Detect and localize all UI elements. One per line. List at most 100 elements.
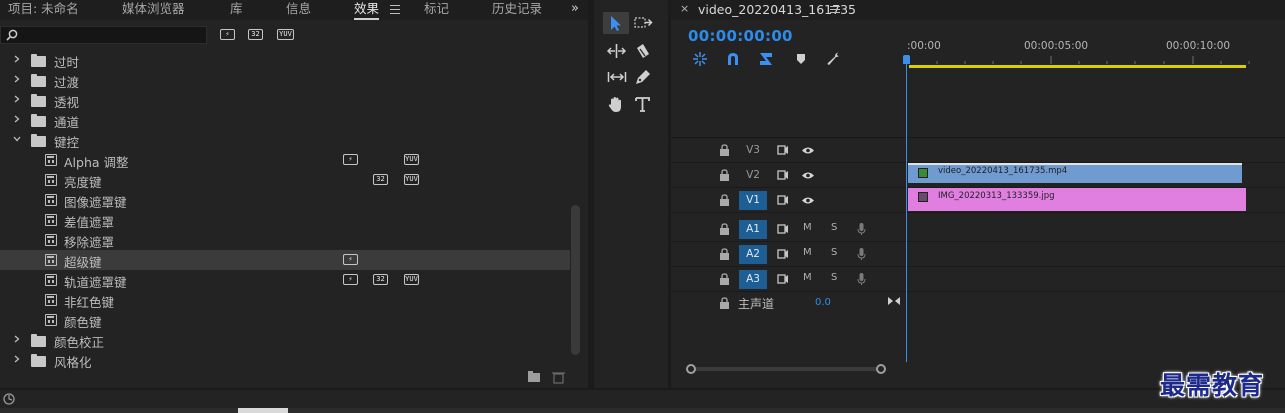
lock-icon[interactable]	[719, 223, 730, 235]
effects-preset[interactable]: 移除遮罩	[0, 230, 570, 250]
solo-button[interactable]: S	[831, 272, 837, 283]
effects-preset[interactable]: 轨道遮罩键 ⚡ 32 YUV	[0, 270, 570, 290]
effects-preset[interactable]: 颜色键	[0, 310, 570, 330]
eye-icon[interactable]	[801, 146, 815, 155]
hand-tool[interactable]	[603, 93, 629, 115]
track-target-a3[interactable]: A3	[739, 270, 767, 289]
chevron-right-icon[interactable]	[13, 95, 21, 103]
tab-history[interactable]: 历史记录	[492, 0, 542, 20]
razor-tool[interactable]	[630, 40, 656, 62]
effects-preset[interactable]: 图像遮罩键	[0, 190, 570, 210]
zoom-handle-left[interactable]	[686, 364, 696, 374]
tab-effects[interactable]: 效果	[354, 0, 380, 20]
effects-folder[interactable]: 过渡	[0, 70, 570, 90]
playhead-line[interactable]	[906, 60, 907, 362]
eye-icon[interactable]	[801, 171, 815, 180]
selection-tool[interactable]	[603, 12, 629, 34]
pen-tool[interactable]	[630, 66, 656, 88]
sync-lock-icon[interactable]	[777, 195, 789, 205]
effects-folder[interactable]: 透视	[0, 90, 570, 110]
track-select-tool[interactable]	[630, 12, 656, 34]
tab-overflow-icon[interactable]: »	[571, 0, 579, 18]
sync-lock-icon[interactable]	[777, 249, 789, 259]
tab-markers[interactable]: 标记	[424, 0, 449, 20]
microphone-icon[interactable]	[857, 272, 866, 286]
chevron-right-icon[interactable]	[13, 75, 21, 83]
track-row-a1[interactable]: A1 M S	[671, 217, 1285, 242]
clip-v2-video[interactable]: video_20220413_161735.mp4	[908, 163, 1242, 183]
effects-folder[interactable]: 颜色校正	[0, 330, 570, 350]
sync-lock-icon[interactable]	[777, 224, 789, 234]
eye-icon[interactable]	[801, 196, 815, 205]
track-row-v3[interactable]: V3	[671, 138, 1285, 163]
effects-folder[interactable]: 风格化	[0, 350, 570, 370]
work-area-bar[interactable]	[909, 65, 1246, 68]
sync-lock-icon[interactable]	[777, 145, 789, 155]
effects-preset[interactable]: 非红色键	[0, 290, 570, 310]
lock-icon[interactable]	[719, 194, 730, 206]
effects-preset[interactable]: 超级键 ⚡	[0, 250, 570, 270]
effects-preset[interactable]: 亮度键 32 YUV	[0, 170, 570, 190]
track-target-v3[interactable]: V3	[739, 141, 767, 160]
new-bin-icon[interactable]	[528, 371, 540, 382]
track-target-a2[interactable]: A2	[739, 245, 767, 264]
zoom-scroll-track[interactable]	[689, 367, 885, 371]
playhead-handle[interactable]	[903, 55, 910, 64]
delete-icon[interactable]	[552, 372, 565, 384]
tab-info[interactable]: 信息	[286, 0, 311, 20]
chevron-right-icon[interactable]	[13, 355, 21, 363]
microphone-icon[interactable]	[857, 222, 866, 236]
microphone-icon[interactable]	[857, 247, 866, 261]
panel-menu-icon[interactable]	[390, 2, 400, 14]
track-row-a2[interactable]: A2 M S	[671, 242, 1285, 267]
filter-32bit-icon[interactable]: 32	[248, 29, 263, 40]
sync-lock-icon[interactable]	[777, 274, 789, 284]
chevron-down-icon[interactable]	[13, 135, 21, 143]
lock-icon[interactable]	[719, 144, 730, 156]
solo-button[interactable]: S	[831, 247, 837, 258]
playhead-timecode[interactable]: 00:00:00:00	[688, 27, 793, 45]
track-target-a1[interactable]: A1	[739, 220, 767, 239]
lock-icon[interactable]	[719, 248, 730, 260]
timeline-settings-wrench-icon[interactable]	[826, 51, 842, 67]
scrollbar-thumb[interactable]	[571, 205, 580, 355]
effects-folder[interactable]: 键控	[0, 130, 570, 150]
add-marker-icon[interactable]	[795, 51, 807, 67]
filter-accelerated-icon[interactable]: ⚡	[220, 29, 235, 40]
snap-magnet-icon[interactable]	[725, 51, 741, 67]
track-target-v1[interactable]: V1	[739, 191, 767, 210]
solo-button[interactable]: S	[831, 222, 837, 233]
chevron-right-icon[interactable]	[13, 115, 21, 123]
filter-yuv-icon[interactable]: YUV	[277, 29, 294, 40]
mute-button[interactable]: M	[803, 222, 812, 233]
master-volume-value[interactable]: 0.0	[815, 297, 831, 308]
sync-lock-icon[interactable]	[777, 170, 789, 180]
lock-icon[interactable]	[719, 273, 730, 285]
tab-libraries[interactable]: 库	[230, 0, 243, 20]
search-input[interactable]	[0, 26, 207, 44]
sequence-menu-icon[interactable]	[830, 4, 840, 14]
lock-icon[interactable]	[719, 297, 730, 309]
type-tool[interactable]	[630, 93, 656, 115]
tab-media-browser[interactable]: 媒体浏览器	[122, 0, 185, 20]
status-sync-icon[interactable]	[2, 392, 16, 406]
close-icon[interactable]: ×	[680, 2, 689, 15]
tab-project[interactable]: 项目: 未命名	[8, 0, 79, 20]
effects-folder[interactable]: 过时	[0, 50, 570, 70]
lock-icon[interactable]	[719, 169, 730, 181]
mute-button[interactable]: M	[803, 272, 812, 283]
go-to-in-out-icon[interactable]	[887, 295, 901, 307]
effects-preset[interactable]: Alpha 调整 ⚡ YUV	[0, 150, 570, 170]
clip-v1-image[interactable]: IMG_20220313_133359.jpg	[908, 188, 1246, 211]
chevron-right-icon[interactable]	[13, 335, 21, 343]
mute-button[interactable]: M	[803, 247, 812, 258]
ripple-edit-tool[interactable]	[603, 40, 629, 62]
track-target-v2[interactable]: V2	[739, 166, 767, 185]
effects-preset[interactable]: 差值遮罩	[0, 210, 570, 230]
effects-folder[interactable]: 通道	[0, 110, 570, 130]
slip-tool[interactable]	[603, 66, 629, 88]
nest-toggle-icon[interactable]	[692, 51, 708, 67]
zoom-handle-right[interactable]	[876, 364, 886, 374]
chevron-right-icon[interactable]	[13, 55, 21, 63]
track-row-a3[interactable]: A3 M S	[671, 267, 1285, 292]
